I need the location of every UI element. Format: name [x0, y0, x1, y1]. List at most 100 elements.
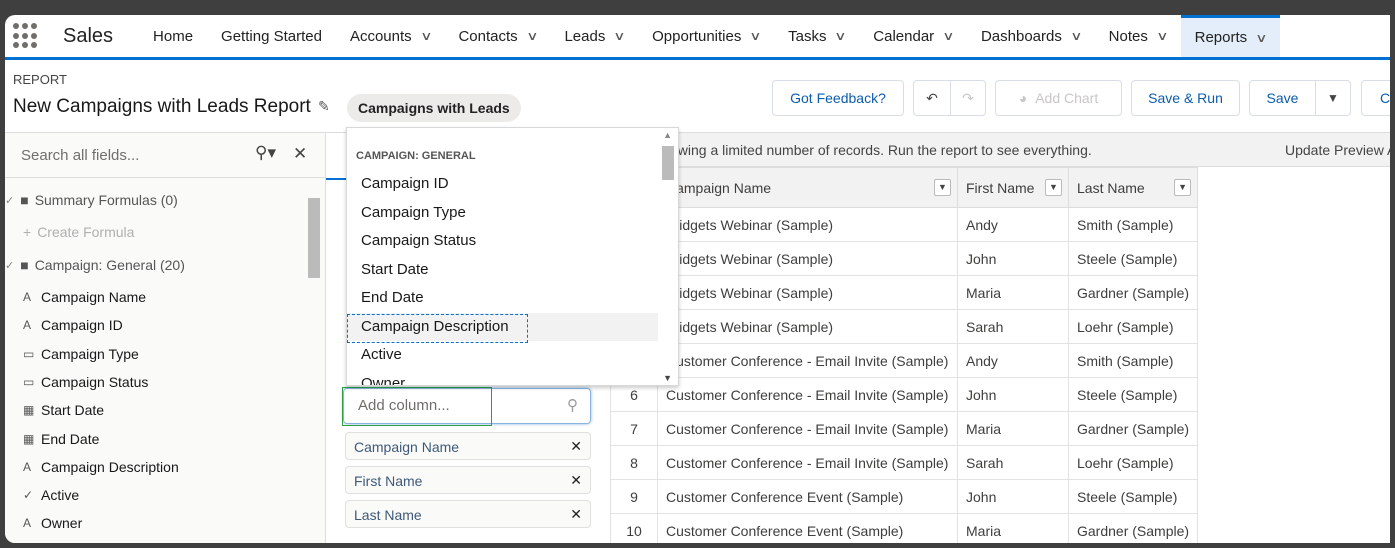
dropdown-option[interactable]: End Date	[347, 284, 658, 312]
chevron-down-icon[interactable]: ∨	[526, 29, 538, 43]
field-type-icon: A	[23, 459, 32, 474]
field-search-input[interactable]: Search all fields... ⚲▾ ✕	[5, 133, 325, 178]
search-icon[interactable]: ⚲▾	[255, 143, 276, 163]
field-item[interactable]: ✓ Active	[23, 487, 79, 503]
field-item[interactable]: ▦ End Date	[23, 431, 99, 447]
column-menu-icon[interactable]: ▼	[934, 179, 951, 196]
row-number: 10	[610, 513, 658, 543]
search-icon: ⚲	[567, 397, 578, 414]
edit-pencil-icon[interactable]: ✎	[318, 98, 330, 115]
remove-icon[interactable]: ✕	[570, 506, 582, 523]
nav-item-getting-started[interactable]: Getting Started	[207, 15, 336, 57]
chevron-down-icon[interactable]: ∨	[750, 29, 762, 43]
undo-button[interactable]: ↶	[913, 80, 951, 116]
nav-item-leads[interactable]: Leads ∨	[550, 15, 638, 57]
nav-item-home[interactable]: Home	[139, 15, 207, 57]
column-menu-icon[interactable]: ▼	[1174, 179, 1192, 196]
chevron-down-icon[interactable]: ∨	[420, 29, 432, 43]
nav-item-calendar[interactable]: Calendar ∨	[859, 15, 967, 57]
chevron-down-icon[interactable]: ∨	[614, 29, 626, 43]
chevron-down-icon[interactable]: ∨	[1255, 31, 1267, 45]
field-label: Campaign ID	[41, 317, 123, 334]
dropdown-option[interactable]: Campaign Status	[347, 227, 658, 255]
table-cell: Smith (Sample)	[1067, 343, 1199, 378]
nav-label: Getting Started	[221, 27, 322, 45]
group-label: Summary Formulas (0)	[34, 192, 178, 208]
nav-label: Leads	[564, 27, 606, 45]
table-cell: Steele (Sample)	[1067, 377, 1199, 412]
nav-item-tasks[interactable]: Tasks ∨	[774, 15, 859, 57]
column-header[interactable]: Campaign Name ▼	[657, 167, 958, 208]
nav-item-opportunities[interactable]: Opportunities ∨	[638, 15, 774, 57]
table-cell: Maria	[957, 275, 1069, 310]
chevron-down-icon[interactable]: ∨	[1156, 29, 1168, 43]
group-label: Campaign: General (20)	[34, 257, 185, 273]
chevron-down-icon[interactable]: ∨	[835, 29, 847, 43]
save-run-button[interactable]: Save & Run	[1131, 80, 1240, 116]
field-item[interactable]: A Campaign Description	[23, 459, 179, 475]
chevron-down-icon[interactable]: ∨	[1070, 29, 1082, 43]
report-title: New Campaigns with Leads Report	[13, 96, 311, 117]
field-type-icon: A	[23, 290, 32, 304]
report-preview-table: Campaign Name ▼ First Name ▼ Last Name ▼ 1Wid…	[610, 167, 1199, 543]
close-button[interactable]: C	[1361, 80, 1390, 116]
nav-label: Tasks	[788, 27, 827, 45]
field-item[interactable]: A Campaign ID	[23, 317, 123, 333]
field-label: Active	[41, 487, 80, 504]
redo-button[interactable]: ↷	[950, 80, 986, 116]
remove-icon[interactable]: ✕	[570, 472, 582, 489]
scroll-down-icon[interactable]: ▼	[663, 373, 672, 383]
nav-item-contacts[interactable]: Contacts ∨	[444, 15, 550, 57]
nav-label: Opportunities	[652, 27, 742, 45]
nav-item-accounts[interactable]: Accounts ∨	[336, 15, 445, 57]
nav-item-reports[interactable]: Reports ∨	[1180, 15, 1280, 57]
field-item[interactable]: ▭ Campaign Status	[23, 374, 148, 390]
campaign-general-group[interactable]: ✓ ■ Campaign: General (20)	[5, 257, 185, 273]
field-item[interactable]: ▭ Campaign Type	[23, 346, 139, 362]
clear-icon[interactable]: ✕	[293, 144, 307, 164]
nav-label: Home	[153, 27, 194, 45]
field-type-icon: ✓	[23, 488, 34, 503]
field-item[interactable]: A Campaign Name	[23, 289, 146, 305]
column-chip[interactable]: First Name ✕	[345, 466, 591, 494]
table-cell: John	[957, 241, 1069, 276]
dropdown-option[interactable]: Campaign ID	[347, 170, 658, 198]
table-row: 5Customer Conference - Email Invite (Sam…	[610, 343, 1199, 378]
remove-icon[interactable]: ✕	[570, 438, 582, 455]
nav-label: Dashboards	[980, 27, 1062, 45]
summary-formulas-group[interactable]: ✓ ■ Summary Formulas (0)	[5, 192, 178, 208]
dropdown-option[interactable]: Start Date	[347, 256, 658, 284]
dropdown-scrollbar[interactable]	[662, 146, 674, 180]
dropdown-option[interactable]: Campaign Type	[347, 199, 658, 227]
app-launcher-icon[interactable]	[13, 23, 39, 49]
nav-item-notes[interactable]: Notes ∨	[1095, 15, 1181, 57]
table-cell: Steele (Sample)	[1067, 479, 1199, 514]
nav-item-dashboards[interactable]: Dashboards ∨	[967, 15, 1095, 57]
column-header[interactable]: Last Name ▼	[1067, 167, 1199, 208]
create-formula-link[interactable]: + Create Formula	[23, 224, 134, 240]
column-chip[interactable]: Campaign Name ✕	[345, 432, 591, 460]
dropdown-option[interactable]: Owner	[347, 370, 658, 386]
field-item[interactable]: ▦ Start Date	[23, 402, 104, 418]
chip-label: Last Name	[354, 507, 422, 523]
field-item[interactable]: A Owner	[23, 515, 82, 531]
dropdown-heading: CAMPAIGN: GENERAL	[356, 150, 476, 162]
table-cell: Customer Conference - Email Invite (Samp…	[657, 411, 958, 446]
update-preview-toggle[interactable]: Update Preview A	[1285, 142, 1390, 158]
scroll-up-icon[interactable]: ▲	[663, 130, 672, 140]
save-menu-button[interactable]: ▼	[1315, 80, 1351, 116]
fields-scrollbar[interactable]	[308, 198, 320, 278]
column-chip[interactable]: Last Name ✕	[345, 500, 591, 528]
chip-label: Campaign Name	[354, 439, 460, 455]
fields-panel: Search all fields... ⚲▾ ✕ ✓ ■ Summary Form…	[5, 133, 326, 543]
table-cell: Andy	[957, 207, 1069, 242]
feedback-button[interactable]: Got Feedback?	[772, 80, 904, 116]
column-header[interactable]: First Name ▼	[957, 167, 1069, 208]
chevron-down-icon[interactable]: ∨	[942, 29, 954, 43]
table-row: 6 Customer Conference - Email Invite (Sam…	[610, 377, 1199, 412]
column-menu-icon[interactable]: ▼	[1045, 179, 1062, 196]
add-chart-button[interactable]: ◕ Add Chart	[995, 80, 1122, 116]
save-button[interactable]: Save	[1249, 80, 1316, 116]
dropdown-option[interactable]: Active	[347, 341, 658, 369]
table-cell: Maria	[957, 411, 1069, 446]
